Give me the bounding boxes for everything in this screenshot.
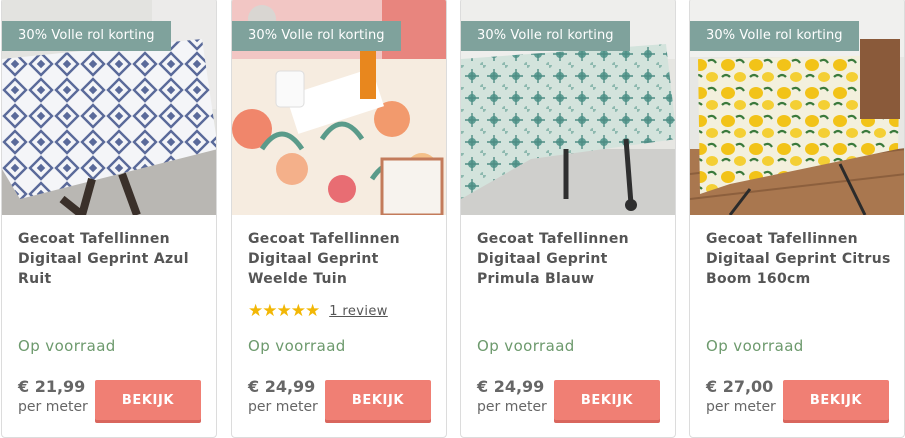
view-button[interactable]: BEKIJK [783, 380, 889, 420]
product-image[interactable]: 30% Volle rol korting [690, 0, 904, 215]
price-unit: per meter [248, 399, 318, 415]
product-grid: 30% Volle rol korting Gecoat Tafellinnen… [0, 0, 905, 438]
view-button[interactable]: BEKIJK [95, 380, 201, 420]
product-image[interactable]: 30% Volle rol korting [232, 0, 446, 215]
product-title[interactable]: Gecoat Tafellinnen Digitaal Geprint Weel… [248, 229, 436, 289]
product-card[interactable]: 30% Volle rol korting Gecoat Tafellinnen… [231, 0, 447, 438]
discount-badge: 30% Volle rol korting [461, 21, 630, 51]
star-rating-icon: ★★★★★ [248, 301, 320, 321]
product-price: € 24,99 [248, 377, 316, 396]
product-title[interactable]: Gecoat Tafellinnen Digitaal Geprint Citr… [706, 229, 894, 289]
product-card[interactable]: 30% Volle rol korting Gecoat Tafellinnen… [1, 0, 217, 438]
price-unit: per meter [477, 399, 547, 415]
discount-badge: 30% Volle rol korting [232, 21, 401, 51]
discount-badge: 30% Volle rol korting [2, 21, 171, 51]
view-button[interactable]: BEKIJK [325, 380, 431, 420]
price-unit: per meter [18, 399, 88, 415]
stock-status: Op voorraad [248, 337, 346, 355]
product-image[interactable]: 30% Volle rol korting [461, 0, 675, 215]
product-image[interactable]: 30% Volle rol korting [2, 0, 216, 215]
rating: ★★★★★ 1 review [248, 301, 388, 321]
product-title[interactable]: Gecoat Tafellinnen Digitaal Geprint Azul… [18, 229, 206, 289]
stock-status: Op voorraad [18, 337, 116, 355]
product-title[interactable]: Gecoat Tafellinnen Digitaal Geprint Prim… [477, 229, 665, 289]
price-unit: per meter [706, 399, 776, 415]
product-card[interactable]: 30% Volle rol korting Gecoat Tafellinnen… [460, 0, 676, 438]
stock-status: Op voorraad [706, 337, 804, 355]
discount-badge: 30% Volle rol korting [690, 21, 859, 51]
review-link[interactable]: 1 review [329, 304, 388, 319]
product-price: € 27,00 [706, 377, 774, 396]
product-price: € 24,99 [477, 377, 545, 396]
product-price: € 21,99 [18, 377, 86, 396]
stock-status: Op voorraad [477, 337, 575, 355]
view-button[interactable]: BEKIJK [554, 380, 660, 420]
product-card[interactable]: 30% Volle rol korting Gecoat Tafellinnen… [689, 0, 905, 438]
